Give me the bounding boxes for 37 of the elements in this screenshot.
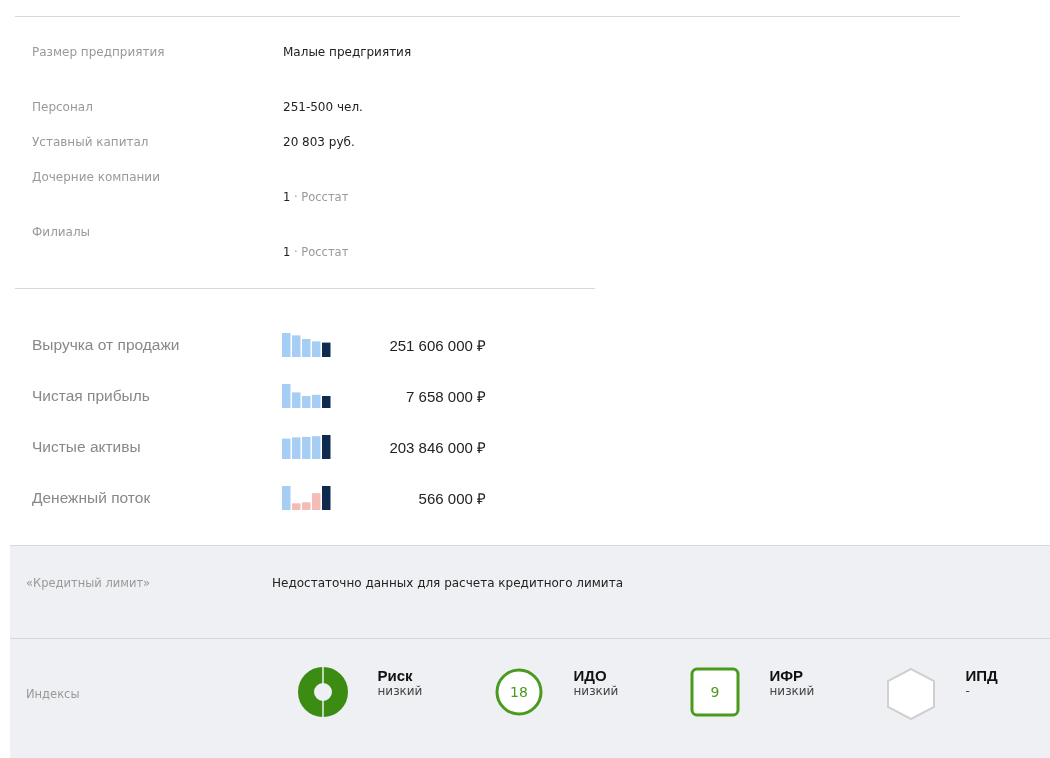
sparkline-drawing — [282, 485, 332, 510]
sparkline-drawing — [282, 332, 332, 357]
sparkline-drawing — [282, 383, 332, 408]
index-rating: - — [965, 684, 971, 698]
metric-label: Выручка от продажи — [32, 335, 181, 354]
index-rating: низкий — [377, 684, 423, 698]
credit-limit-label: «Кредитный лимит» — [26, 576, 152, 592]
index-name: Риск — [377, 667, 414, 684]
field-value: 20 803 руб. — [283, 135, 356, 151]
field-value: 251-500 чел. — [283, 100, 364, 116]
sparkline-drawing — [282, 434, 332, 459]
hexagon-icon — [885, 667, 936, 721]
field-label: Уставный капитал — [32, 135, 150, 151]
index-name: ИФР — [769, 667, 805, 684]
field-value: Малые предгриятия — [283, 45, 413, 61]
metric-amount: 7 658 000 ₽ — [405, 386, 486, 406]
metric-amount: 203 846 000 ₽ — [388, 437, 486, 457]
metric-label: Денежный поток — [32, 488, 152, 507]
field-label: Дочерние компании — [32, 170, 161, 186]
field-value: 1 · Росстат — [283, 190, 349, 206]
credit-limit-text: Недостаточно данных для расчета кредитного лимита — [272, 576, 624, 592]
field-value: 1 · Росстат — [283, 245, 349, 261]
metric-amount: 251 606 000 ₽ — [388, 335, 486, 355]
metric-label: Чистая прибыль — [32, 386, 151, 405]
index-name: ИДО — [573, 667, 608, 684]
field-label: Размер предприятия — [32, 45, 166, 61]
donut-icon — [297, 667, 348, 717]
field-label: Филиалы — [32, 225, 92, 241]
metric-amount: 566 000 ₽ — [417, 488, 486, 508]
score-square: 9 — [689, 667, 740, 717]
metric-label: Чистые активы — [32, 437, 142, 456]
indexes-label: Индексы — [26, 687, 80, 701]
index-name: ИПД — [965, 667, 998, 684]
score-circle: 18 — [493, 667, 544, 717]
field-label: Персонал — [32, 100, 94, 116]
index-rating: низкий — [573, 684, 619, 698]
index-rating: низкий — [769, 684, 815, 698]
